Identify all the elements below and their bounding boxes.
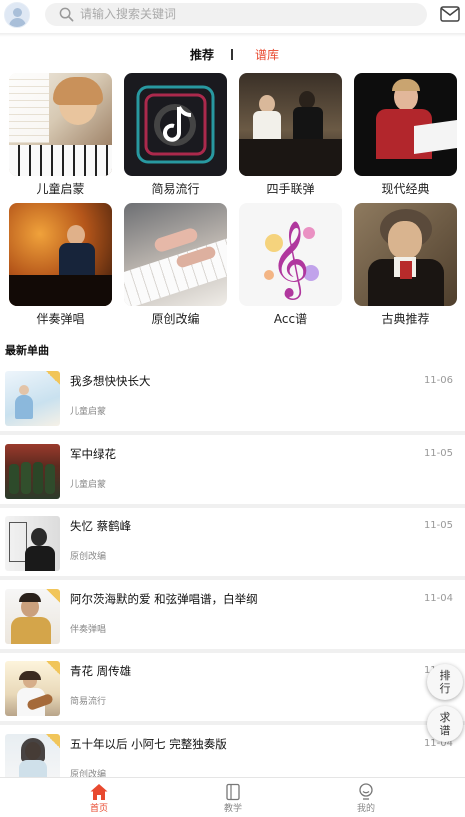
search-icon [59, 7, 74, 22]
category-easy-pop[interactable]: 简易流行 [124, 73, 227, 196]
song-cover [5, 516, 60, 571]
list-divider [0, 576, 465, 580]
category-label: 古典推荐 [381, 312, 430, 326]
rank-float-button[interactable]: 排行 [427, 664, 463, 700]
search-input[interactable]: 请输入搜索关键词 [80, 6, 176, 23]
song-category: 原创改编 [70, 552, 107, 562]
song-cover [5, 589, 60, 644]
song-date: 11-06 [423, 375, 453, 386]
category-label: 原创改编 [151, 312, 200, 326]
category-thumbnail [9, 73, 112, 176]
song-category: 伴奏弹唱 [70, 625, 107, 635]
song-cover [5, 661, 60, 716]
category-label: 四手联弹 [266, 182, 315, 196]
song-title: 五十年以后 小阿七 完整独奏版 [70, 737, 227, 751]
list-divider [0, 431, 465, 435]
song-date: 11-05 [423, 520, 453, 531]
home-icon [90, 784, 108, 800]
request-button-label: 求谱 [439, 711, 451, 737]
list-divider [0, 721, 465, 725]
nav-teaching-label: 教学 [223, 804, 242, 814]
song-date: 11-05 [423, 448, 453, 459]
song-cover [5, 371, 60, 426]
top-bar: 请输入搜索关键词 [0, 0, 465, 30]
latest-section-title: 最新单曲 [5, 344, 49, 357]
nav-mine-label: 我的 [356, 804, 375, 814]
song-title: 青花 周传雄 [70, 664, 132, 678]
list-divider [0, 649, 465, 653]
header-divider [0, 33, 465, 37]
song-item[interactable]: 青花 周传雄 简易流行 11-04 [0, 658, 465, 728]
category-thumbnail [124, 73, 227, 176]
nav-mine[interactable]: 我的 [336, 782, 396, 815]
category-classical[interactable]: 古典推荐 [354, 203, 457, 326]
bottom-nav: 首页 教学 我的 [0, 777, 465, 817]
category-thumbnail [124, 203, 227, 306]
song-title: 阿尔茨海默的爱 和弦弹唱谱，白举纲 [70, 592, 258, 606]
category-original-adapt[interactable]: 原创改编 [124, 203, 227, 326]
nav-home-label: 首页 [89, 804, 108, 814]
request-score-float-button[interactable]: 求谱 [427, 706, 463, 742]
category-label: 伴奏弹唱 [36, 312, 85, 326]
category-thumbnail [354, 203, 457, 306]
category-label: 现代经典 [381, 182, 430, 196]
nav-teaching[interactable]: 教学 [203, 782, 263, 815]
song-title: 失忆 蔡鹤峰 [70, 519, 132, 533]
category-label: Acc谱 [273, 312, 308, 326]
tab-bar: 推荐 谱库 [0, 46, 465, 64]
app-root: 请输入搜索关键词 推荐 谱库 儿童启蒙 简易流行 四手联弹 现代经典 伴奏弹唱 … [0, 0, 465, 817]
category-acc-score[interactable]: 𝄞 Acc谱 [239, 203, 342, 326]
category-modern-classic[interactable]: 现代经典 [354, 73, 457, 196]
tab-separator [231, 49, 233, 60]
song-item[interactable]: 军中绿花 儿童启蒙 11-05 [0, 441, 465, 511]
song-category: 简易流行 [70, 697, 107, 707]
tab-recommend[interactable]: 推荐 [190, 46, 214, 64]
category-label: 儿童启蒙 [36, 182, 85, 196]
search-bar[interactable]: 请输入搜索关键词 [45, 3, 427, 26]
song-date: 11-04 [423, 593, 453, 604]
song-title: 我多想快快长大 [70, 374, 151, 388]
user-avatar-icon[interactable] [4, 2, 30, 28]
svg-text:𝄞: 𝄞 [270, 220, 309, 300]
mail-icon[interactable] [440, 6, 460, 22]
song-category: 儿童启蒙 [70, 480, 107, 490]
category-accompaniment[interactable]: 伴奏弹唱 [9, 203, 112, 326]
rank-button-label: 排行 [439, 669, 451, 695]
category-children[interactable]: 儿童启蒙 [9, 73, 112, 196]
song-category: 儿童启蒙 [70, 407, 107, 417]
tiktok-note-icon [136, 85, 215, 164]
list-divider [0, 504, 465, 508]
category-thumbnail [354, 73, 457, 176]
song-cover [5, 444, 60, 499]
profile-icon [359, 783, 373, 800]
category-thumbnail [9, 203, 112, 306]
category-label: 简易流行 [151, 182, 200, 196]
song-item[interactable]: 我多想快快长大 儿童启蒙 11-06 [0, 368, 465, 438]
treble-clef-icon: 𝄞 [264, 220, 319, 300]
song-item[interactable]: 阿尔茨海默的爱 和弦弹唱谱，白举纲 伴奏弹唱 11-04 [0, 586, 465, 656]
song-title: 军中绿花 [70, 447, 116, 461]
category-thumbnail: 𝄞 [239, 203, 342, 306]
book-icon [226, 783, 240, 801]
category-thumbnail [239, 73, 342, 176]
tab-library[interactable]: 谱库 [255, 46, 279, 64]
nav-home[interactable]: 首页 [69, 782, 129, 815]
song-item[interactable]: 失忆 蔡鹤峰 原创改编 11-05 [0, 513, 465, 583]
category-four-hands[interactable]: 四手联弹 [239, 73, 342, 196]
